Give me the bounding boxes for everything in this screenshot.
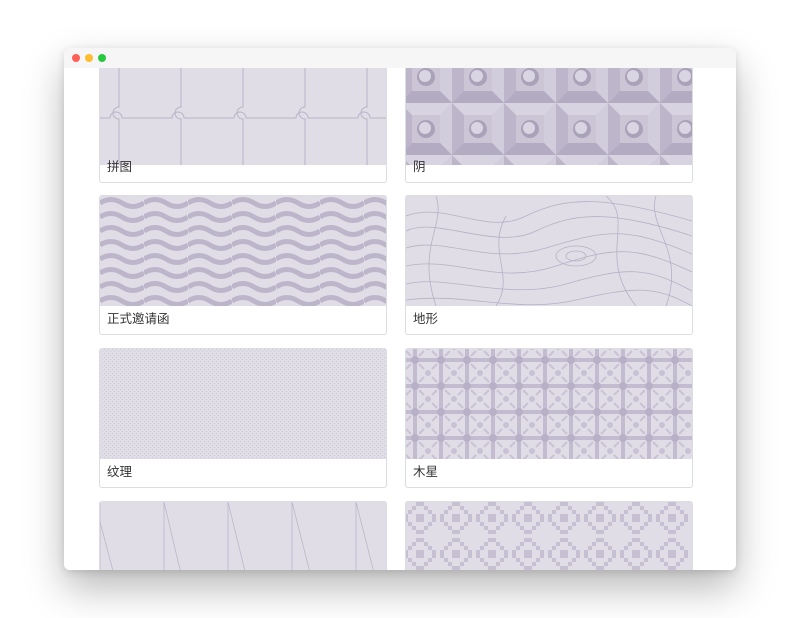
pattern-gallery: 拼图 阴 正式邀请函 地形 纹理 木星 — [64, 68, 736, 570]
title-bar — [64, 48, 736, 68]
diagonal-lines-pattern-icon — [100, 502, 386, 570]
pattern-card-label: 木星 — [413, 464, 439, 479]
browser-window: 拼图 阴 正式邀请函 地形 纹理 木星 — [64, 48, 736, 570]
topography-pattern-icon — [406, 196, 692, 306]
pattern-card-jupiter[interactable]: 木星 — [405, 348, 693, 488]
pattern-card-diagonal[interactable] — [99, 501, 387, 570]
pattern-card-label: 正式邀请函 — [107, 311, 170, 326]
pattern-card-topography[interactable]: 地形 — [405, 195, 693, 335]
pixel-diamond-pattern-icon — [406, 502, 692, 570]
pattern-card-jigsaw[interactable]: 拼图 — [99, 68, 387, 183]
close-window-button[interactable] — [72, 54, 80, 62]
minimize-window-button[interactable] — [85, 54, 93, 62]
wave-stripes-pattern-icon — [100, 196, 386, 306]
pattern-card-texture[interactable]: 纹理 — [99, 348, 387, 488]
zoom-window-button[interactable] — [98, 54, 106, 62]
fine-texture-pattern-icon — [100, 349, 386, 459]
bevel-squares-pattern-icon — [406, 68, 692, 165]
pattern-card-label: 拼图 — [107, 159, 133, 174]
pattern-card-waves[interactable]: 正式邀请函 — [99, 195, 387, 335]
jupiter-lattice-pattern-icon — [406, 349, 692, 459]
jigsaw-pattern-icon — [100, 68, 386, 165]
pattern-card-label: 纹理 — [107, 464, 133, 479]
pattern-card-label: 地形 — [413, 311, 439, 326]
pattern-card-pixel[interactable] — [405, 501, 693, 570]
pattern-card-label: 阴 — [413, 159, 426, 174]
pattern-card-bevel[interactable]: 阴 — [405, 68, 693, 183]
